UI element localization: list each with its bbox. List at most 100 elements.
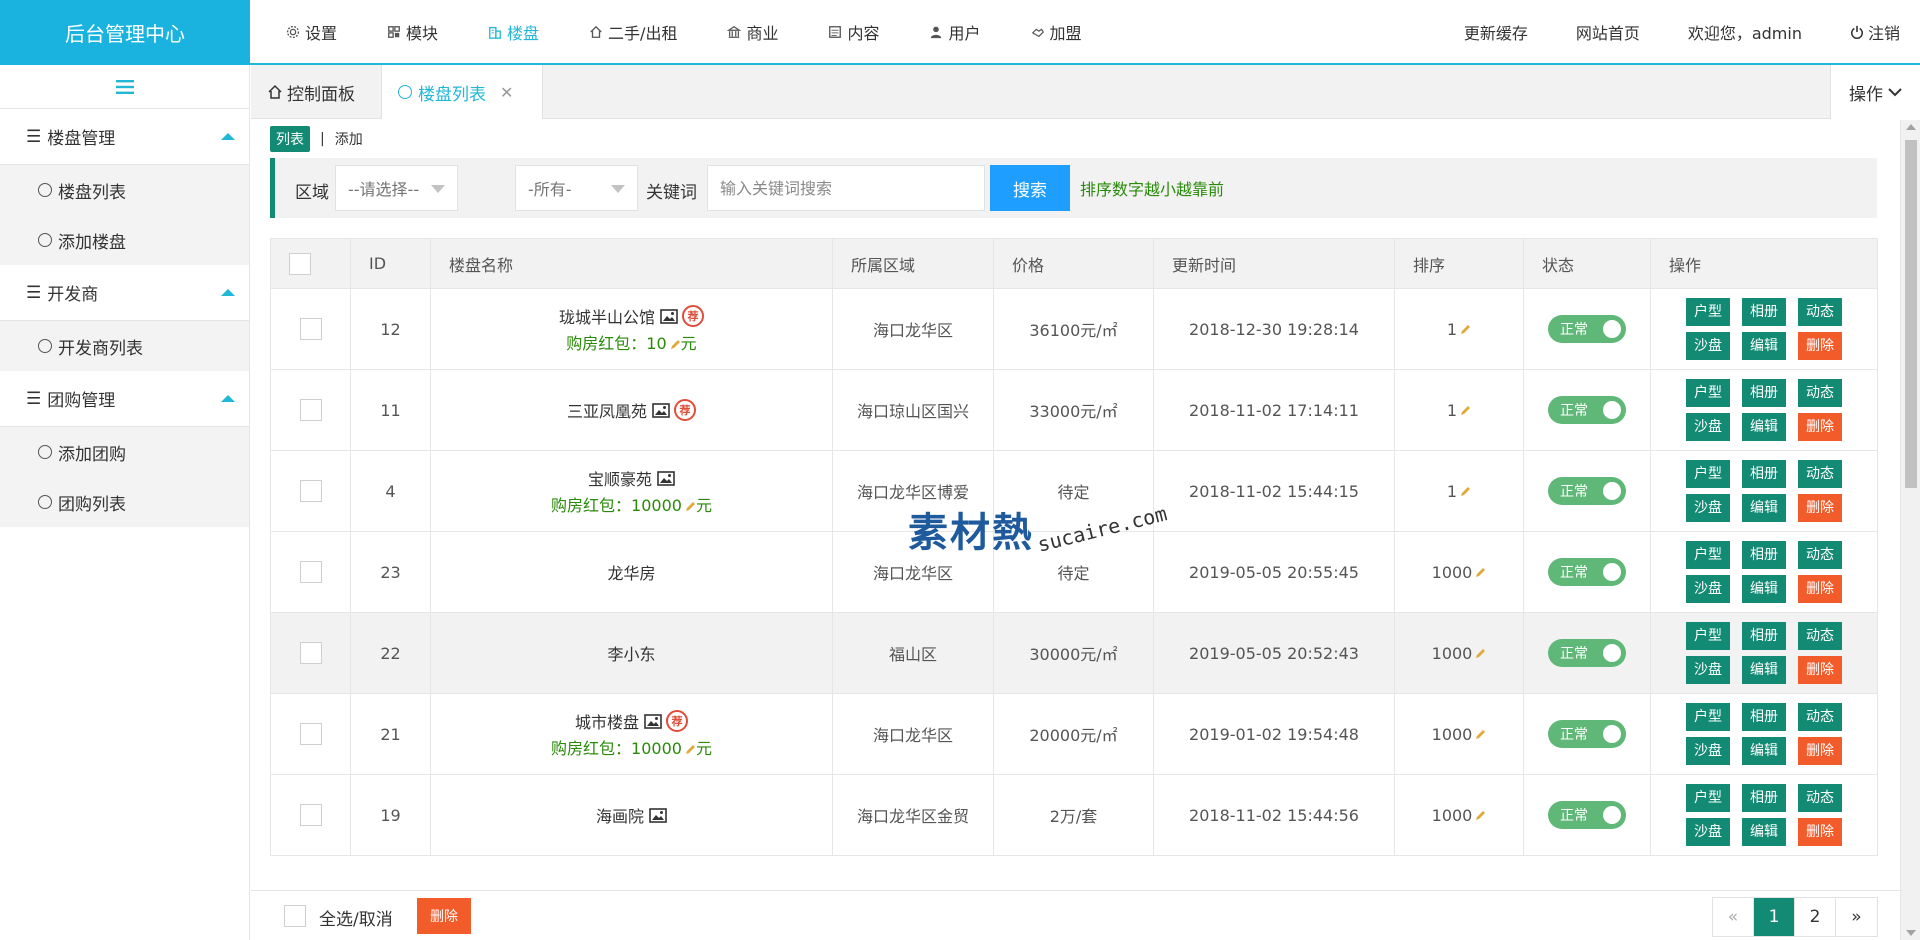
sidebar-item-add-groupbuy[interactable]: 添加团购 [0, 427, 249, 477]
row-checkbox[interactable] [299, 642, 322, 664]
row-action-button[interactable]: 沙盘 [1686, 494, 1730, 522]
nav-item-settings[interactable]: 设置 [286, 20, 337, 44]
building-name[interactable]: 三亚凤凰苑 [567, 398, 647, 422]
row-action-button[interactable]: 户型 [1686, 784, 1730, 812]
row-action-button[interactable]: 动态 [1798, 460, 1842, 488]
tab-building-list[interactable]: 楼盘列表 ✕ [381, 65, 543, 119]
row-action-button[interactable]: 沙盘 [1686, 575, 1730, 603]
row-action-button[interactable]: 删除 [1798, 413, 1842, 441]
status-toggle[interactable]: 正常 [1548, 315, 1626, 343]
row-action-button[interactable]: 编辑 [1742, 656, 1786, 684]
subtab-add[interactable]: 添加 [335, 129, 363, 149]
pencil-icon[interactable] [684, 501, 696, 513]
row-action-button[interactable]: 编辑 [1742, 818, 1786, 846]
row-action-button[interactable]: 动态 [1798, 784, 1842, 812]
building-name[interactable]: 城市楼盘 [575, 709, 639, 733]
pencil-icon[interactable] [1459, 405, 1471, 417]
select-all-label[interactable]: 全选/取消 [319, 905, 393, 930]
brand-title[interactable]: 后台管理中心 [0, 0, 250, 65]
nav-item-commercial[interactable]: 商业 [727, 20, 778, 44]
status-select[interactable]: -所有- [515, 165, 638, 211]
sidebar-group-groupbuy[interactable]: ☰ 团购管理 [0, 371, 249, 427]
page-button-2[interactable]: 2 [1795, 898, 1836, 936]
row-checkbox[interactable] [299, 399, 322, 421]
row-action-button[interactable]: 相册 [1742, 784, 1786, 812]
area-select[interactable]: --请选择-- [335, 165, 458, 211]
sidebar-item-add-building[interactable]: 添加楼盘 [0, 215, 249, 265]
scroll-down-icon[interactable] [1906, 930, 1916, 936]
row-action-button[interactable]: 动态 [1798, 541, 1842, 569]
refresh-cache-link[interactable]: 更新缓存 [1464, 20, 1528, 44]
close-icon[interactable]: ✕ [500, 83, 513, 102]
building-name[interactable]: 龙华房 [607, 560, 655, 584]
vertical-scrollbar[interactable] [1900, 120, 1920, 940]
pencil-icon[interactable] [1474, 567, 1486, 579]
row-action-button[interactable]: 户型 [1686, 460, 1730, 488]
prev-page-button[interactable]: « [1713, 898, 1754, 936]
row-action-button[interactable]: 沙盘 [1686, 737, 1730, 765]
sidebar-item-groupbuy-list[interactable]: 团购列表 [0, 477, 249, 527]
building-name[interactable]: 李小东 [607, 641, 655, 665]
sidebar-item-building-list[interactable]: 楼盘列表 [0, 165, 249, 215]
row-action-button[interactable]: 动态 [1798, 622, 1842, 650]
row-action-button[interactable]: 沙盘 [1686, 413, 1730, 441]
checkbox[interactable] [289, 252, 311, 275]
sidebar-item-developer-list[interactable]: 开发商列表 [0, 321, 249, 371]
nav-item-secondhand[interactable]: 二手/出租 [589, 20, 677, 44]
row-action-button[interactable]: 沙盘 [1686, 656, 1730, 684]
tab-operations-dropdown[interactable]: 操作 [1830, 65, 1920, 119]
building-name[interactable]: 宝顺豪苑 [588, 466, 652, 490]
pencil-icon[interactable] [684, 744, 696, 756]
status-toggle[interactable]: 正常 [1548, 639, 1626, 667]
row-checkbox[interactable] [299, 480, 322, 502]
scrollbar-thumb[interactable] [1905, 140, 1917, 488]
row-action-button[interactable]: 相册 [1742, 622, 1786, 650]
sidebar-toggle[interactable] [0, 65, 249, 109]
row-action-button[interactable]: 相册 [1742, 379, 1786, 407]
tab-dashboard[interactable]: 控制面板 [251, 65, 381, 119]
pencil-icon[interactable] [1474, 648, 1486, 660]
building-name[interactable]: 珑城半山公馆 [559, 304, 655, 328]
pencil-icon[interactable] [669, 339, 681, 351]
row-action-button[interactable]: 户型 [1686, 703, 1730, 731]
row-checkbox[interactable] [299, 804, 322, 826]
row-action-button[interactable]: 动态 [1798, 298, 1842, 326]
nav-item-franchise[interactable]: 加盟 [1031, 20, 1082, 44]
select-all-checkbox[interactable] [284, 905, 306, 927]
row-action-button[interactable]: 编辑 [1742, 575, 1786, 603]
row-action-button[interactable]: 相册 [1742, 703, 1786, 731]
site-home-link[interactable]: 网站首页 [1576, 20, 1640, 44]
pencil-icon[interactable] [1459, 486, 1471, 498]
logout-link[interactable]: 注销 [1850, 20, 1900, 44]
building-name[interactable]: 海画院 [596, 803, 644, 827]
status-toggle[interactable]: 正常 [1548, 801, 1626, 829]
sidebar-group-buildings[interactable]: ☰ 楼盘管理 [0, 109, 249, 165]
row-action-button[interactable]: 沙盘 [1686, 332, 1730, 360]
row-checkbox[interactable] [299, 561, 322, 583]
row-action-button[interactable]: 编辑 [1742, 413, 1786, 441]
row-checkbox[interactable] [299, 723, 322, 745]
nav-item-modules[interactable]: 模块 [387, 20, 438, 44]
row-action-button[interactable]: 删除 [1798, 332, 1842, 360]
page-button-1[interactable]: 1 [1754, 898, 1795, 936]
next-page-button[interactable]: » [1836, 898, 1877, 936]
row-action-button[interactable]: 删除 [1798, 737, 1842, 765]
row-action-button[interactable]: 户型 [1686, 622, 1730, 650]
status-toggle[interactable]: 正常 [1548, 477, 1626, 505]
row-action-button[interactable]: 删除 [1798, 818, 1842, 846]
status-toggle[interactable]: 正常 [1548, 396, 1626, 424]
status-toggle[interactable]: 正常 [1548, 720, 1626, 748]
row-action-button[interactable]: 编辑 [1742, 737, 1786, 765]
status-toggle[interactable]: 正常 [1548, 558, 1626, 586]
row-action-button[interactable]: 动态 [1798, 703, 1842, 731]
nav-item-content[interactable]: 内容 [828, 20, 879, 44]
pencil-icon[interactable] [1474, 810, 1486, 822]
row-checkbox[interactable] [299, 318, 322, 340]
row-action-button[interactable]: 相册 [1742, 460, 1786, 488]
row-action-button[interactable]: 删除 [1798, 575, 1842, 603]
row-action-button[interactable]: 删除 [1798, 494, 1842, 522]
bulk-delete-button[interactable]: 删除 [417, 898, 471, 934]
row-action-button[interactable]: 相册 [1742, 541, 1786, 569]
nav-item-users[interactable]: 用户 [929, 20, 981, 44]
pencil-icon[interactable] [1474, 729, 1486, 741]
